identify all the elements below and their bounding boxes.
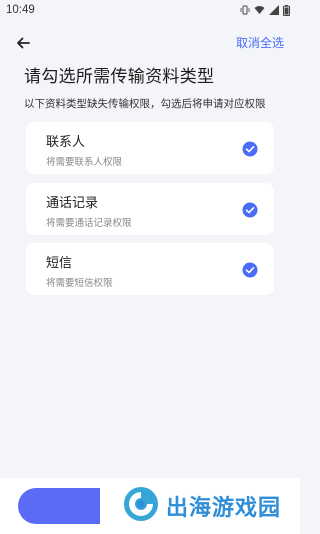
bottom-bar: 出海游戏园 bbox=[0, 478, 300, 534]
list-item-call-log[interactable]: 通话记录 将需要通话记录权限 bbox=[26, 183, 274, 235]
item-subtitle: 将需要短信权限 bbox=[46, 278, 113, 289]
watermark: 出海游戏园 bbox=[122, 486, 287, 526]
page-description: 以下资料类型缺失传输权限，勾选后将申请对应权限 bbox=[24, 98, 266, 110]
page-title: 请勾选所需传输资料类型 bbox=[24, 67, 215, 87]
watermark-logo-icon bbox=[122, 485, 160, 527]
confirm-button[interactable] bbox=[18, 488, 100, 524]
wifi-icon bbox=[254, 5, 265, 15]
checked-circle-icon[interactable] bbox=[242, 262, 258, 278]
nav-bar: 取消全选 bbox=[0, 28, 300, 56]
checked-circle-icon[interactable] bbox=[242, 202, 258, 218]
arrow-left-icon[interactable] bbox=[14, 34, 32, 52]
vibrate-icon bbox=[240, 5, 250, 15]
battery-icon bbox=[283, 4, 290, 16]
item-subtitle: 将需要联系人权限 bbox=[46, 157, 123, 168]
signal-icon bbox=[269, 5, 279, 15]
status-bar: 10:49 bbox=[0, 0, 300, 20]
status-time: 10:49 bbox=[6, 4, 35, 16]
watermark-text: 出海游戏园 bbox=[166, 496, 282, 521]
item-title: 通话记录 bbox=[46, 196, 99, 211]
status-icons bbox=[240, 4, 290, 16]
item-title: 联系人 bbox=[46, 135, 86, 150]
item-subtitle: 将需要通话记录权限 bbox=[46, 218, 132, 229]
checked-circle-icon[interactable] bbox=[242, 141, 258, 157]
cancel-all-button[interactable]: 取消全选 bbox=[236, 34, 284, 51]
list-item-sms[interactable]: 短信 将需要短信权限 bbox=[26, 243, 274, 295]
list-item-contacts[interactable]: 联系人 将需要联系人权限 bbox=[26, 122, 274, 174]
item-title: 短信 bbox=[46, 256, 73, 271]
